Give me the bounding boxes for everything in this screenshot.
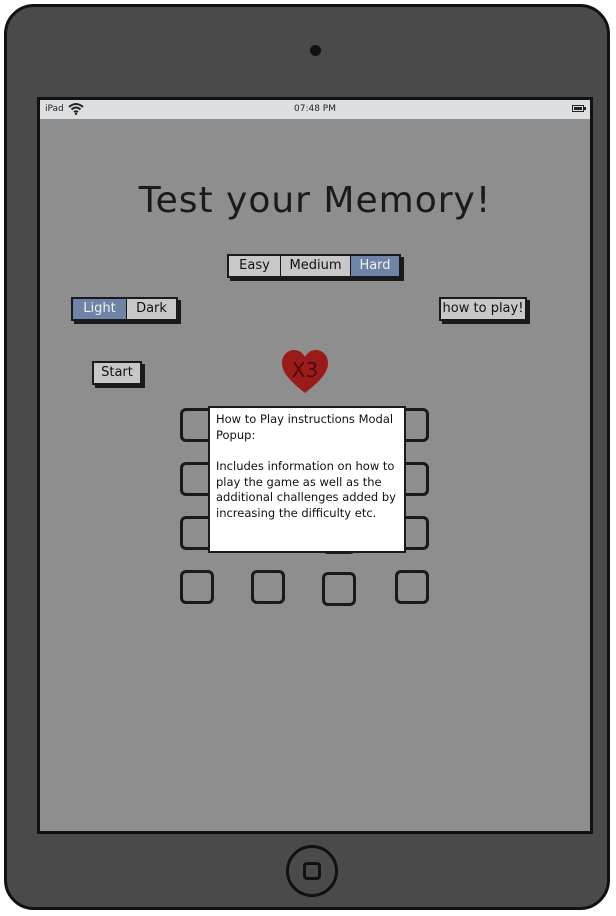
modal-body: Includes information on how to play the … [216, 459, 396, 520]
card-tile[interactable] [322, 572, 356, 606]
modal-title: How to Play instructions Modal Popup: [216, 412, 394, 442]
app-screen: iPad 07:48 PM Test your Memory! Easy Med… [37, 97, 593, 834]
theme-dark-button[interactable]: Dark [127, 299, 176, 319]
start-button[interactable]: Start [92, 361, 142, 385]
camera-icon [310, 45, 321, 56]
card-tile[interactable] [395, 570, 429, 604]
lives-count: X3 [291, 358, 319, 382]
home-button[interactable] [286, 845, 338, 897]
page-title: Test your Memory! [138, 180, 492, 221]
difficulty-hard-button[interactable]: Hard [351, 256, 399, 276]
card-tile[interactable] [180, 570, 214, 604]
difficulty-selector: Easy Medium Hard [227, 254, 401, 278]
how-to-play-button[interactable]: how to play! [439, 297, 527, 321]
status-time: 07:48 PM [294, 104, 336, 114]
difficulty-easy-button[interactable]: Easy [229, 256, 281, 276]
battery-icon [572, 105, 586, 112]
ipad-device-frame: iPad 07:48 PM Test your Memory! Easy Med… [4, 4, 610, 910]
status-bar: iPad 07:48 PM [40, 100, 590, 119]
how-to-play-modal: How to Play instructions Modal Popup: In… [208, 406, 406, 553]
theme-selector: Light Dark [71, 297, 178, 321]
difficulty-medium-button[interactable]: Medium [281, 256, 351, 276]
theme-light-button[interactable]: Light [73, 299, 127, 319]
card-tile[interactable] [251, 570, 285, 604]
home-square-icon [303, 862, 321, 880]
